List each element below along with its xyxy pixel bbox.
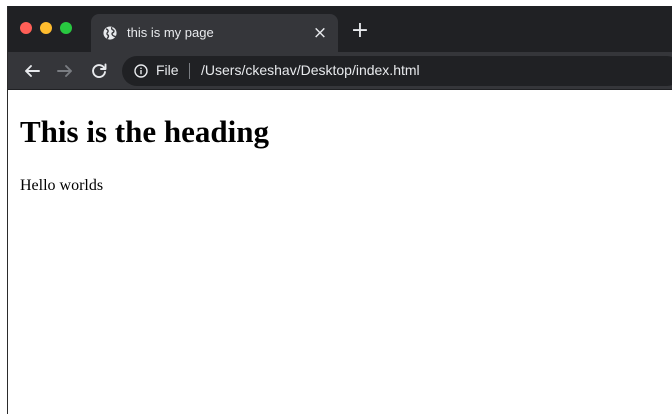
url-text[interactable]: /Users/ckeshav/Desktop/index.html — [201, 62, 420, 78]
tab-title: this is my page — [127, 25, 214, 40]
zoom-window-button[interactable] — [60, 22, 72, 34]
omnibox-divider — [189, 63, 190, 79]
arrow-right-icon — [57, 65, 72, 77]
info-icon[interactable] — [134, 64, 148, 78]
new-tab-button[interactable]: + — [348, 20, 372, 44]
page-content: This is the heading Hello worlds — [8, 91, 672, 414]
reload-icon — [92, 63, 107, 78]
address-bar[interactable]: File /Users/ckeshav/Desktop/index.html — [122, 56, 672, 86]
browser-toolbar: File /Users/ckeshav/Desktop/index.html — [8, 52, 672, 90]
reload-button[interactable] — [85, 57, 113, 85]
forward-button[interactable] — [51, 57, 79, 85]
minimize-window-button[interactable] — [40, 22, 52, 34]
back-button[interactable] — [18, 57, 46, 85]
title-bar: this is my page × + — [8, 6, 672, 52]
browser-window: this is my page × + File /Users/ckeshav/… — [7, 6, 672, 414]
page-heading: This is the heading — [20, 114, 269, 149]
arrow-left-icon — [25, 65, 40, 77]
origin-chip-label: File — [156, 62, 179, 78]
page-paragraph: Hello worlds — [20, 177, 104, 194]
tab-active[interactable]: this is my page × — [91, 14, 338, 52]
close-window-button[interactable] — [20, 22, 32, 34]
globe-icon — [103, 26, 117, 40]
tab-close-icon[interactable]: × — [310, 23, 330, 43]
